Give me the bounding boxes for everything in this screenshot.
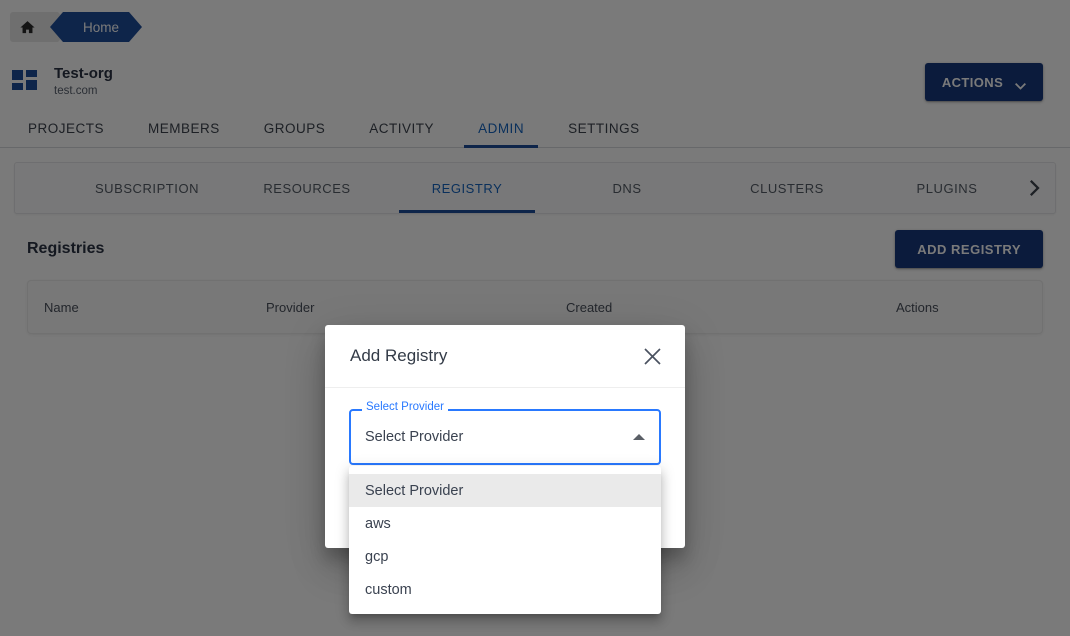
select-option-custom[interactable]: custom [349,573,661,606]
select-option-aws[interactable]: aws [349,507,661,540]
option-label: aws [365,515,391,532]
select-option-select-provider[interactable]: Select Provider [349,474,661,507]
dialog-header: Add Registry [325,325,685,388]
dialog-body: Select Provider Select Provider [325,388,685,465]
caret-up-icon [633,434,645,440]
provider-select-value: Select Provider [365,429,464,445]
select-option-gcp[interactable]: gcp [349,540,661,573]
provider-select-label: Select Provider [362,401,448,414]
option-label: Select Provider [365,482,464,499]
provider-select-options-panel: Select Provider aws gcp custom [349,466,661,614]
provider-select[interactable]: Select Provider Select Provider [349,401,661,465]
option-label: custom [365,581,412,598]
dialog-title: Add Registry [350,346,448,365]
close-button[interactable] [639,343,665,369]
option-label: gcp [365,548,389,565]
close-icon [643,347,661,365]
